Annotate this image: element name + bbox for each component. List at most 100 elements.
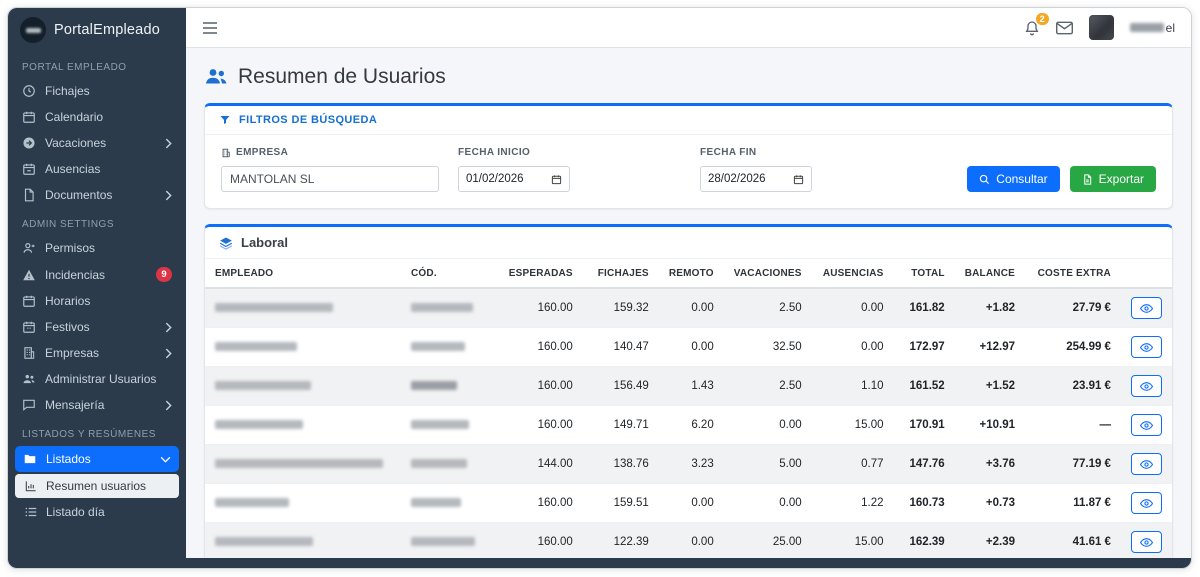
view-detail-button[interactable]: [1131, 297, 1162, 319]
view-detail-button[interactable]: [1131, 531, 1162, 553]
sidebar-item-mensajeria[interactable]: Mensajería: [8, 392, 186, 418]
sidebar-item-calendario[interactable]: Calendario: [8, 104, 186, 130]
laboral-card: Laboral EMPLEADO CÓD. ESPERADAS FICHAJES…: [204, 224, 1173, 558]
view-detail-button[interactable]: [1131, 336, 1162, 358]
view-detail-button[interactable]: [1131, 414, 1162, 436]
user-name-suffix: el: [1166, 21, 1175, 35]
cell-remoto: 0.00: [659, 484, 724, 523]
sidebar-item-incidencias[interactable]: Incidencias 9: [8, 261, 186, 288]
sidebar-item-label: Empresas: [45, 346, 99, 360]
eye-icon: [1140, 458, 1153, 471]
eye-icon: [1140, 341, 1153, 354]
cell-remoto: 0.00: [659, 328, 724, 367]
cell-vacaciones: 2.50: [724, 367, 812, 406]
view-detail-button[interactable]: [1131, 375, 1162, 397]
page-content: Resumen de Usuarios FILTROS DE BÚSQUEDA …: [186, 48, 1191, 558]
cell-balance: +1.52: [955, 367, 1025, 406]
sidebar-item-resumen-usuarios[interactable]: Resumen usuarios: [15, 474, 179, 498]
cell-balance: +0.73: [955, 484, 1025, 523]
filters-title: FILTROS DE BÚSQUEDA: [239, 114, 377, 126]
sidebar-item-listado-dia[interactable]: Listado día: [15, 500, 179, 524]
cell-balance: +3.76: [955, 445, 1025, 484]
app-window: PortalEmpleado PORTAL EMPLEADO Fichajes …: [7, 7, 1192, 569]
notifications-bell-button[interactable]: 2: [1024, 20, 1040, 36]
fecha-inicio-input[interactable]: 01/02/2026: [458, 166, 570, 192]
messages-button[interactable]: [1056, 21, 1073, 35]
sidebar-item-vacaciones[interactable]: Vacaciones: [8, 130, 186, 156]
sidebar-section-listados: LISTADOS Y RESÚMENES: [8, 418, 186, 445]
cell-ausencias: 15.00: [812, 523, 894, 559]
laboral-card-header[interactable]: Laboral: [205, 227, 1172, 259]
col-header-vacaciones: VACACIONES: [724, 259, 812, 288]
employee-name-redacted: [215, 537, 313, 546]
eye-icon: [1140, 497, 1153, 510]
view-detail-button[interactable]: [1131, 453, 1162, 475]
cell-ausencias: 0.00: [812, 328, 894, 367]
sidebar-item-label: Vacaciones: [45, 136, 106, 150]
view-detail-button[interactable]: [1131, 492, 1162, 514]
cell-vacaciones: 5.00: [724, 445, 812, 484]
sidebar-item-label: Incidencias: [45, 268, 105, 282]
sidebar-item-documentos[interactable]: Documentos: [8, 182, 186, 208]
users-group-icon: [22, 372, 36, 386]
eye-icon: [1140, 302, 1153, 315]
filters-card-header[interactable]: FILTROS DE BÚSQUEDA: [205, 106, 1172, 135]
sidebar: PortalEmpleado PORTAL EMPLEADO Fichajes …: [8, 8, 186, 558]
empresa-input[interactable]: [221, 166, 439, 192]
laboral-table: EMPLEADO CÓD. ESPERADAS FICHAJES REMOTO …: [205, 259, 1172, 558]
exportar-label: Exportar: [1099, 172, 1144, 186]
col-header-ausencias: AUSENCIAS: [812, 259, 894, 288]
sidebar-item-ausencias[interactable]: Ausencias: [8, 156, 186, 182]
cell-remoto: 0.00: [659, 523, 724, 559]
cell-total: 170.91: [894, 406, 955, 445]
notifications-count-badge: 2: [1036, 13, 1049, 26]
col-header-cod: CÓD.: [401, 259, 499, 288]
chevron-right-icon: [165, 348, 172, 359]
consultar-label: Consultar: [996, 172, 1047, 186]
datepicker-calendar-icon: [551, 174, 562, 185]
employee-name-redacted: [215, 459, 383, 468]
sidebar-toggle-button[interactable]: [202, 21, 218, 35]
schedule-calendar-icon: [22, 294, 36, 308]
sidebar-item-label: Mensajería: [45, 398, 104, 412]
sidebar-item-listados[interactable]: Listados: [15, 446, 179, 472]
consultar-button[interactable]: Consultar: [967, 166, 1059, 192]
sidebar-item-label: Administrar Usuarios: [45, 372, 156, 386]
sidebar-item-label: Listados: [46, 452, 91, 466]
sidebar-item-label: Ausencias: [45, 162, 100, 176]
cell-balance: +10.91: [955, 406, 1025, 445]
cell-total: 160.73: [894, 484, 955, 523]
eye-icon: [1140, 380, 1153, 393]
laboral-title: Laboral: [241, 235, 288, 250]
folder-icon: [23, 452, 37, 466]
employee-code-redacted: [411, 459, 467, 468]
cell-fichajes: 159.32: [583, 288, 659, 328]
user-menu[interactable]: el: [1130, 21, 1175, 35]
user-avatar[interactable]: [1089, 15, 1114, 40]
exportar-button[interactable]: Exportar: [1070, 166, 1156, 192]
table-row: 160.00 149.71 6.20 0.00 15.00 170.91 +10…: [205, 406, 1172, 445]
cell-esperadas: 160.00: [499, 484, 583, 523]
sidebar-item-fichajes[interactable]: Fichajes: [8, 78, 186, 104]
eye-icon: [1140, 419, 1153, 432]
cell-esperadas: 160.00: [499, 523, 583, 559]
sidebar-item-festivos[interactable]: Festivos: [8, 314, 186, 340]
sidebar-item-horarios[interactable]: Horarios: [8, 288, 186, 314]
user-name-redacted: [1130, 23, 1164, 32]
building-small-icon: [221, 148, 231, 158]
filters-body: EMPRESA FECHA INICIO 01/02/2026: [205, 135, 1172, 208]
fecha-fin-label: FECHA FIN: [700, 147, 757, 158]
col-header-total: TOTAL: [894, 259, 955, 288]
sidebar-item-administrar-usuarios[interactable]: Administrar Usuarios: [8, 366, 186, 392]
col-header-empleado: EMPLEADO: [205, 259, 401, 288]
chevron-right-icon: [165, 138, 172, 149]
search-icon: [979, 174, 990, 185]
sidebar-item-empresas[interactable]: Empresas: [8, 340, 186, 366]
fecha-fin-input[interactable]: 28/02/2026: [700, 166, 812, 192]
brand[interactable]: PortalEmpleado: [8, 8, 186, 51]
list-icon: [24, 505, 38, 519]
col-header-esperadas: ESPERADAS: [499, 259, 583, 288]
sidebar-item-permisos[interactable]: Permisos: [8, 235, 186, 261]
fecha-fin-value: 28/02/2026: [708, 173, 766, 185]
employee-code-redacted: [411, 537, 475, 546]
